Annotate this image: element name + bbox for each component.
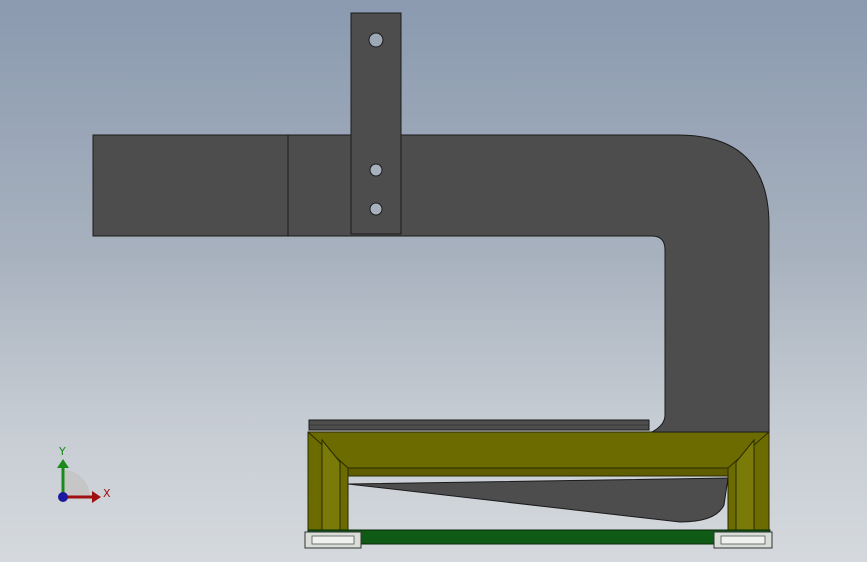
base-bar[interactable] [307,529,771,545]
y-axis-label: Y [58,445,66,458]
foot-right[interactable] [713,531,773,549]
model-view[interactable]: Y X [0,0,867,562]
y-arrow-icon [57,459,69,468]
x-arrow-icon [92,491,101,503]
mount-hole-top [368,32,384,48]
lower-jaw[interactable] [347,477,729,523]
graphics-viewport[interactable]: Y X [0,0,867,562]
mount-hole-middle [369,163,383,177]
x-axis-label: X [103,487,111,500]
mount-hole-bottom [369,202,383,216]
c-frame-body[interactable] [92,134,770,433]
z-axis-dot-icon [58,492,68,502]
foot-left[interactable] [304,531,362,549]
coordinate-triad: Y X [57,445,111,503]
